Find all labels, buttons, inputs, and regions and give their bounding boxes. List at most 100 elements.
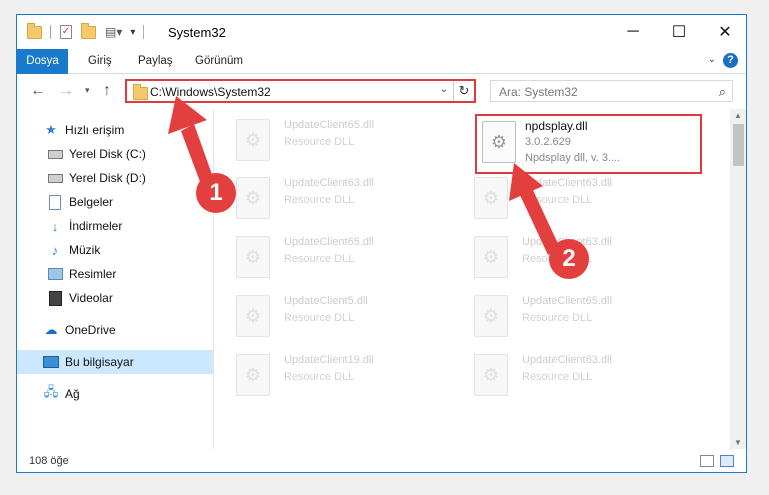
vertical-scrollbar[interactable]: ▲ ▼ [730,109,746,449]
file-tile[interactable]: ⚙ UpdateClient63.dll Resource DLL [452,171,662,223]
scroll-up-icon[interactable]: ▲ [734,111,742,120]
file-tile[interactable]: ⚙ UpdateClient19.dll Resource DLL [214,348,424,400]
tab-home[interactable]: Giriş [88,49,112,73]
large-icons-view-icon[interactable] [720,455,734,467]
properties-icon[interactable]: ✓ [60,25,72,39]
step-1-badge: 1 [196,173,236,213]
cloud-icon: ☁ [44,322,58,337]
address-bar[interactable]: C:\Windows\System32 ⌄ ↻ [125,79,476,103]
ribbon-tabs: Dosya Giriş Paylaş Görünüm ⌄ ? [17,49,746,101]
file-tile[interactable]: ⚙ UpdateClient5.dll Resource DLL [214,289,424,341]
recent-locations-icon[interactable]: ▾ [85,85,90,96]
sidebar-item-this-pc[interactable]: Bu bilgisayar [17,350,213,374]
search-icon[interactable]: ⌕ [719,84,726,100]
scroll-down-icon[interactable]: ▼ [734,438,742,447]
sidebar-item-label: İndirmeler [69,219,123,233]
folder-icon [133,84,148,100]
network-icon: 🖧 [43,384,59,399]
new-folder-icon[interactable] [81,22,96,39]
file-tile[interactable]: ⚙ UpdateClient63.dll Resource DLL [452,348,662,400]
file-name: npdsplay.dll [525,119,588,133]
file-tile[interactable]: ⚙ UpdateClient65.dll Resource DLL [452,289,662,341]
file-name: UpdateClient65.dll [284,119,374,131]
sidebar-item-label: Bu bilgisayar [65,355,134,369]
sidebar-item-label: Yerel Disk (D:) [69,171,146,185]
refresh-icon[interactable]: ↻ [453,81,474,101]
pictures-icon [47,266,63,282]
file-name: UpdateClient19.dll [284,354,374,366]
search-input[interactable]: Ara: System32 ⌕ [490,80,733,102]
minimize-button[interactable]: ─ [610,15,656,49]
computer-icon [43,354,59,370]
file-description: Resource DLL [522,312,593,324]
drive-icon [47,170,63,186]
sidebar-item-videos[interactable]: Videolar 📌 [17,286,243,310]
dll-file-icon: ⚙ [236,354,270,396]
file-version: 3.0.2.629 [525,136,571,148]
search-placeholder: Ara: System32 [499,85,578,99]
sidebar-item-label: Ağ [65,387,80,401]
sidebar-item-quick-access[interactable]: ★ Hızlı erişim [17,118,239,142]
download-icon: ↓ [51,218,59,234]
maximize-button[interactable]: ☐ [656,15,702,49]
dll-file-icon: ⚙ [474,295,508,337]
dll-file-icon: ⚙ [474,354,508,396]
window-title: System32 [168,25,226,40]
sidebar-item-label: Videolar [69,291,113,305]
file-list: ⚙ UpdateClient65.dll Resource DLL ⚙ npds… [214,109,730,449]
file-name: UpdateClient63.dll [284,177,374,189]
sidebar-item-pictures[interactable]: Resimler 📌 [17,262,243,286]
sidebar-item-local-disk-c[interactable]: Yerel Disk (C:) 📌 [17,142,243,166]
dll-file-icon: ⚙ [236,177,270,219]
file-name: UpdateClient63.dll [522,177,612,189]
dll-file-icon: ⚙ [236,295,270,337]
customize-toolbar-icon[interactable]: ▾ [130,27,135,38]
help-icon[interactable]: ? [723,53,738,68]
sidebar-item-downloads[interactable]: ↓ İndirmeler 📌 [17,214,243,238]
details-view-icon[interactable] [700,455,714,467]
tab-view[interactable]: Görünüm [195,49,243,73]
file-name: UpdateClient65.dll [522,295,612,307]
chevron-down-icon[interactable]: ⌄ [440,84,448,95]
status-bar: 108 öğe [17,450,746,472]
file-description: Resource DLL [284,253,355,265]
tab-share[interactable]: Paylaş [138,49,173,73]
file-description: Resource DLL [522,194,593,206]
file-description: Resource DLL [284,371,355,383]
file-description: Npdsplay dll, v. 3.... [525,152,621,164]
video-icon [47,290,63,306]
sidebar-item-label: Yerel Disk (C:) [69,147,146,161]
sidebar-item-music[interactable]: ♪ Müzik 📌 [17,238,243,262]
sidebar-item-label: Belgeler [69,195,114,209]
star-icon: ★ [45,122,57,137]
up-button[interactable]: ↑ [103,82,111,100]
navigation-bar: ← → ▾ ↑ C:\Windows\System32 ⌄ ↻ Ara: Sys… [17,74,746,108]
file-name: UpdateClient5.dll [284,295,368,307]
back-button[interactable]: ← [30,82,46,100]
close-button[interactable]: ✕ [702,15,746,49]
scrollbar-thumb[interactable] [733,124,744,166]
sidebar-item-label: Resimler [69,267,117,281]
view-options-icon[interactable]: ▤▾ [105,25,122,39]
file-tile[interactable]: ⚙ UpdateClient65.dll Resource DLL [214,230,424,282]
item-count: 108 öğe [29,455,69,467]
file-tile-highlighted[interactable]: ⚙ npdsplay.dll 3.0.2.629 Npdsplay dll, v… [475,114,702,174]
address-path[interactable]: C:\Windows\System32 [150,85,271,99]
toolbar-divider [50,25,51,39]
sidebar-item-label: Hızlı erişim [65,123,125,137]
forward-button[interactable]: → [58,82,74,100]
file-tile[interactable]: ⚙ UpdateClient65.dll Resource DLL [214,113,424,165]
sidebar-item-onedrive[interactable]: ☁ OneDrive [17,318,239,342]
file-description: Resource DLL [284,194,355,206]
toolbar-divider [143,25,145,39]
quick-access-toolbar: ✓ ▤▾ ▾ [27,22,145,40]
expand-ribbon-icon[interactable]: ⌄ [708,54,716,65]
file-tile[interactable]: ⚙ UpdateClient63.dll Resource DLL [214,171,424,223]
sidebar-item-label: OneDrive [65,323,116,337]
file-description: Resource DLL [284,312,355,324]
drive-icon [47,146,63,162]
sidebar-item-network[interactable]: 🖧 Ağ [17,382,239,406]
music-icon: ♪ [51,242,59,258]
file-description: Resource DLL [522,371,593,383]
step-2-badge: 2 [549,239,589,279]
